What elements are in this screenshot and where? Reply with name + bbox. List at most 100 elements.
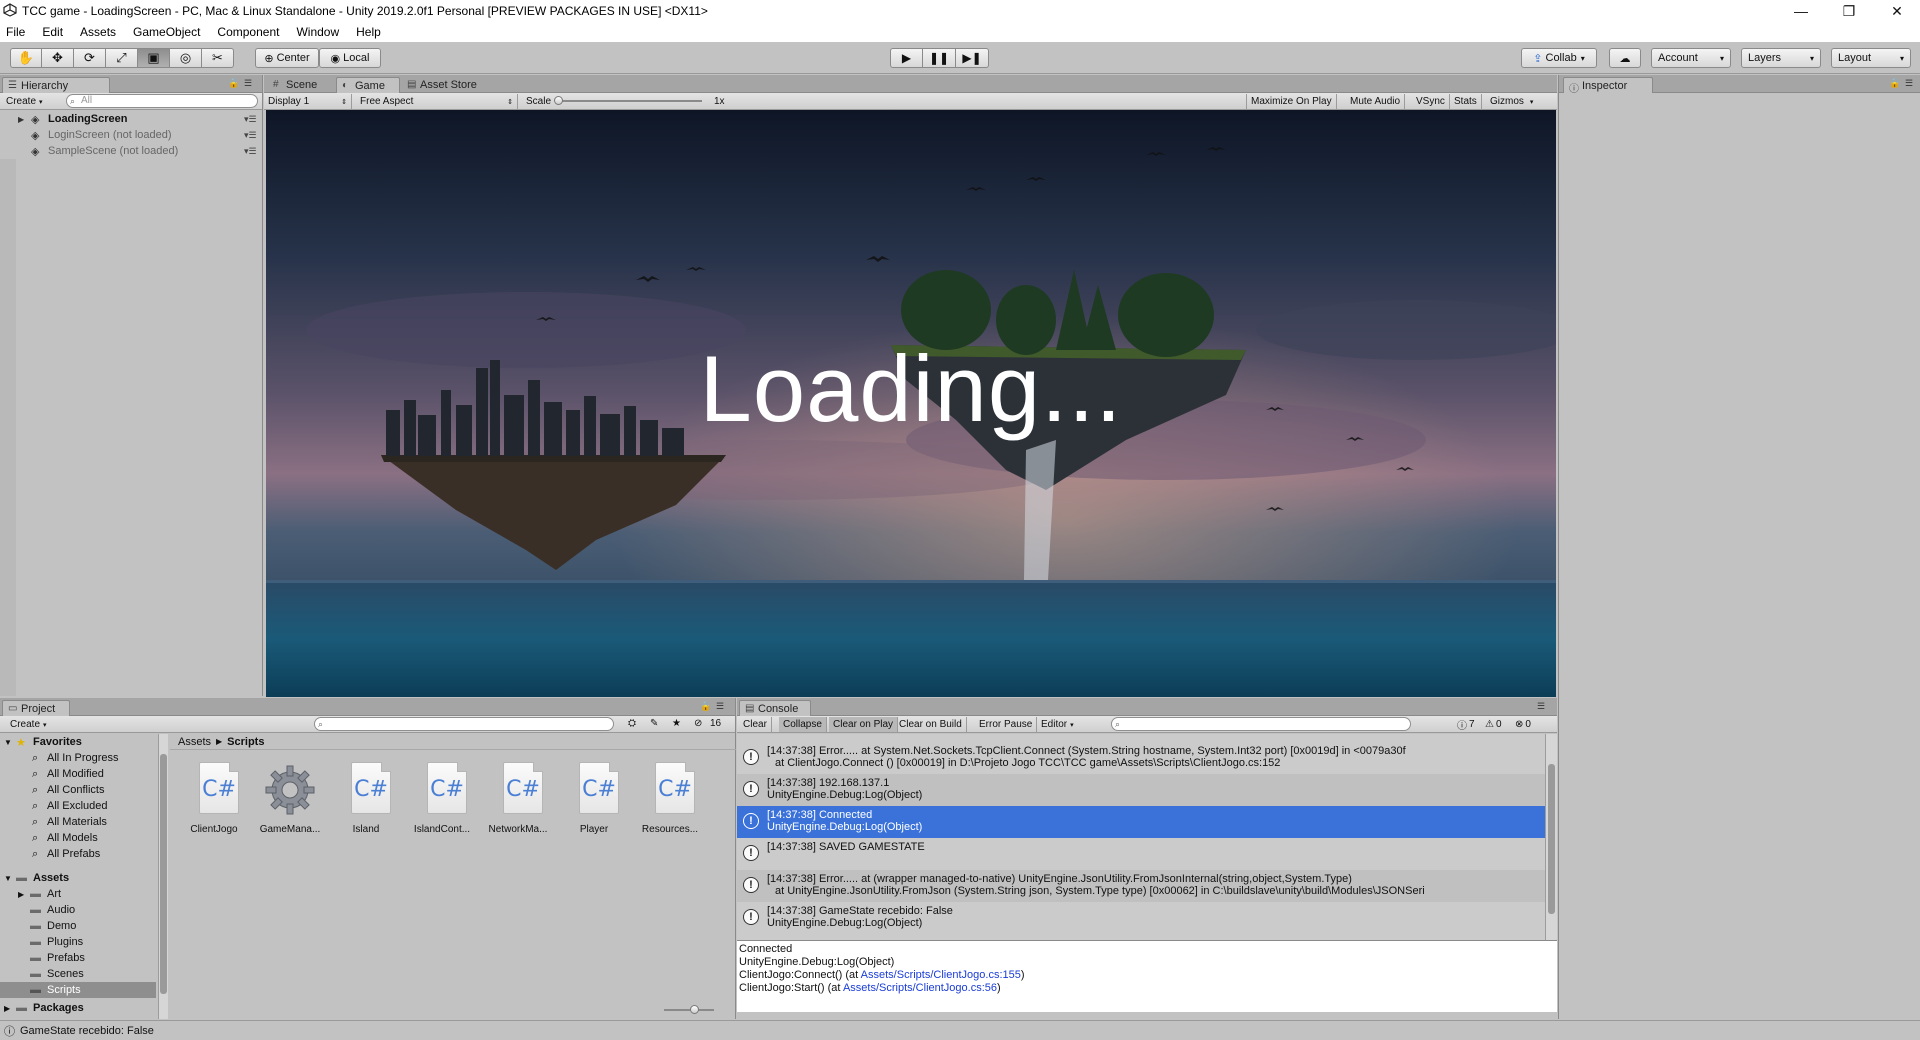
- expand-arrow-icon[interactable]: ▶: [18, 115, 24, 124]
- game-view[interactable]: Loading...: [266, 110, 1556, 697]
- folder-item-prefabs[interactable]: ▬ Prefabs: [0, 950, 160, 966]
- play-icon[interactable]: ▶: [890, 48, 923, 68]
- transform-tool-icon[interactable]: ◎: [170, 48, 202, 68]
- source-link[interactable]: Assets/Scripts/ClientJogo.cs:56: [843, 982, 997, 994]
- project-create-dropdown[interactable]: Create ▾: [6, 717, 51, 732]
- lock-icon[interactable]: 🔒: [228, 78, 239, 89]
- menu-component[interactable]: Component: [215, 25, 281, 39]
- menu-window[interactable]: Window: [294, 25, 341, 39]
- lock-icon[interactable]: 🔒: [1889, 78, 1900, 89]
- pause-icon[interactable]: ❚❚: [923, 48, 956, 68]
- scene-menu-icon[interactable]: ▾☰: [244, 130, 257, 141]
- console-log-count-toggle[interactable]: ⓘ 7: [1453, 717, 1479, 732]
- favorite-item[interactable]: ⌕ All Excluded: [0, 798, 160, 814]
- favorite-star-icon[interactable]: ★: [672, 718, 681, 729]
- favorite-item[interactable]: ⌕ All Prefabs: [0, 846, 160, 862]
- account-dropdown[interactable]: Account ▾: [1651, 48, 1731, 68]
- gizmos-dropdown[interactable]: Gizmos ▾: [1486, 94, 1537, 109]
- restore-button[interactable]: ❐: [1826, 0, 1872, 22]
- vsync-toggle[interactable]: VSync: [1412, 94, 1450, 109]
- collab-button[interactable]: ⇪ Collab ▾: [1521, 48, 1597, 68]
- scene-row-loginscreen[interactable]: ◈ LoginScreen (not loaded) ▾☰: [0, 127, 260, 143]
- console-entry-selected[interactable]: ! [14:37:38] Connected UnityEngine.Debug…: [737, 806, 1545, 838]
- filter-label-icon[interactable]: ✎: [650, 718, 658, 729]
- favorite-item[interactable]: ⌕ All Materials: [0, 814, 160, 830]
- folder-tree-scroll-thumb[interactable]: [160, 754, 167, 994]
- hierarchy-create-dropdown[interactable]: Create ▾: [2, 94, 47, 109]
- expand-arrow-icon[interactable]: ▼: [4, 738, 12, 747]
- scene-row-samplescene[interactable]: ◈ SampleScene (not loaded) ▾☰: [0, 143, 260, 159]
- console-entry[interactable]: ! [14:37:38] SAVED GAMESTATE: [737, 838, 1545, 870]
- expand-arrow-icon[interactable]: ▼: [4, 874, 12, 883]
- folder-item-scenes[interactable]: ▬ Scenes: [0, 966, 160, 982]
- console-entry[interactable]: ! [14:37:38] 192.168.137.1 UnityEngine.D…: [737, 774, 1545, 806]
- console-search-input[interactable]: ⌕: [1111, 717, 1411, 731]
- stats-toggle[interactable]: Stats: [1450, 94, 1482, 109]
- asset-item[interactable]: C# Resources...: [634, 762, 706, 842]
- folder-item-audio[interactable]: ▬ Audio: [0, 902, 160, 918]
- console-error-count-toggle[interactable]: ⊗ 0: [1511, 717, 1535, 732]
- asset-item[interactable]: GameMana...: [254, 762, 326, 842]
- asset-item[interactable]: C# IslandCont...: [406, 762, 478, 842]
- panel-menu-icon[interactable]: ☰: [1905, 78, 1913, 89]
- console-collapse-toggle[interactable]: Collapse: [779, 717, 827, 732]
- scene-menu-icon[interactable]: ▾☰: [244, 146, 257, 157]
- favorite-item[interactable]: ⌕ All In Progress: [0, 750, 160, 766]
- folder-item-scripts[interactable]: ▬ Scripts: [0, 982, 156, 998]
- tab-hierarchy[interactable]: ☰ Hierarchy: [2, 77, 110, 93]
- panel-menu-icon[interactable]: ☰: [716, 701, 724, 712]
- folder-item-art[interactable]: ▶ ▬ Art: [0, 886, 160, 902]
- rect-tool-icon[interactable]: ▣: [138, 48, 170, 68]
- panel-menu-icon[interactable]: ☰: [244, 78, 252, 89]
- console-scroll-thumb[interactable]: [1548, 764, 1555, 914]
- panel-menu-icon[interactable]: ☰: [1537, 701, 1545, 712]
- tab-game[interactable]: ◐ Game: [336, 77, 400, 93]
- display-dropdown[interactable]: Display 1 ⇕: [264, 94, 352, 109]
- menu-assets[interactable]: Assets: [78, 25, 118, 39]
- asset-item[interactable]: C# Island: [330, 762, 402, 842]
- icon-size-slider-thumb[interactable]: [690, 1005, 699, 1014]
- mute-audio-toggle[interactable]: Mute Audio: [1346, 94, 1406, 109]
- favorites-header[interactable]: ▼ ★ Favorites: [0, 734, 160, 750]
- menu-file[interactable]: File: [4, 25, 27, 39]
- console-clear-button[interactable]: Clear: [739, 717, 772, 732]
- console-clear-on-play-toggle[interactable]: Clear on Play: [829, 717, 899, 732]
- status-message[interactable]: GameState recebido: False: [20, 1025, 154, 1037]
- asset-item[interactable]: C# ClientJogo: [178, 762, 250, 842]
- pivot-local-button[interactable]: ◉ Local: [319, 48, 381, 68]
- favorite-item[interactable]: ⌕ All Models: [0, 830, 160, 846]
- folder-item-demo[interactable]: ▬ Demo: [0, 918, 160, 934]
- console-scrollbar[interactable]: [1545, 734, 1557, 940]
- menu-help[interactable]: Help: [354, 25, 383, 39]
- tab-scene[interactable]: # Scene: [268, 77, 334, 93]
- packages-header[interactable]: ▶ ▬ Packages: [0, 1000, 160, 1016]
- layout-dropdown[interactable]: Layout ▾: [1831, 48, 1911, 68]
- minimize-button[interactable]: —: [1778, 0, 1824, 22]
- lock-icon[interactable]: 🔒: [700, 701, 711, 712]
- expand-arrow-icon[interactable]: ▶: [4, 1004, 10, 1013]
- console-warning-count-toggle[interactable]: ⚠ 0: [1481, 717, 1506, 732]
- tab-project[interactable]: ▭ Project: [2, 700, 70, 716]
- asset-item[interactable]: C# NetworkMa...: [482, 762, 554, 842]
- rotate-tool-icon[interactable]: ⟳: [74, 48, 106, 68]
- move-tool-icon[interactable]: ✥: [42, 48, 74, 68]
- breadcrumb-scripts[interactable]: Scripts: [227, 736, 264, 748]
- maximize-on-play-toggle[interactable]: Maximize On Play: [1246, 94, 1337, 109]
- project-search-input[interactable]: ⌕: [314, 717, 614, 731]
- console-entry[interactable]: ! [14:37:38] Error..... at (wrapper mana…: [737, 870, 1545, 902]
- source-link[interactable]: Assets/Scripts/ClientJogo.cs:155: [861, 969, 1021, 981]
- custom-tool-icon[interactable]: ✂: [202, 48, 234, 68]
- scale-slider-track[interactable]: [556, 100, 702, 102]
- console-error-pause-toggle[interactable]: Error Pause: [975, 717, 1038, 732]
- menu-gameobject[interactable]: GameObject: [131, 25, 202, 39]
- tab-inspector[interactable]: ⓘ Inspector: [1563, 77, 1653, 95]
- hidden-packages-icon[interactable]: ⊘: [694, 718, 702, 729]
- breadcrumb-assets[interactable]: Assets: [178, 736, 211, 748]
- hierarchy-search-input[interactable]: ⌕ All: [66, 94, 258, 108]
- console-editor-dropdown[interactable]: Editor ▾: [1037, 717, 1078, 732]
- scale-slider-thumb[interactable]: [554, 96, 563, 105]
- assets-header[interactable]: ▼ ▬ Assets: [0, 870, 160, 886]
- filter-type-icon[interactable]: ⛭: [628, 718, 636, 729]
- pivot-center-button[interactable]: ⊕ Center: [255, 48, 319, 68]
- cloud-button[interactable]: ☁: [1609, 48, 1641, 68]
